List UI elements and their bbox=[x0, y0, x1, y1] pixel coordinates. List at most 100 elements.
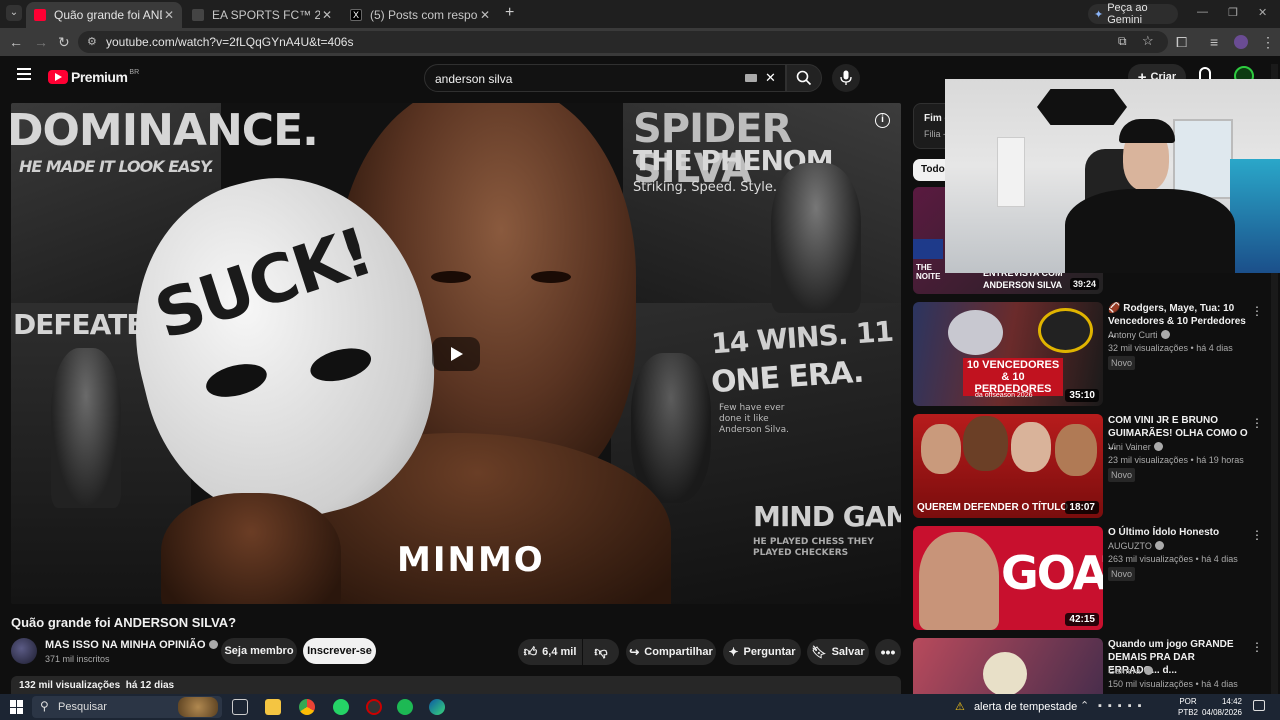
rec-views: 23 mil visualizações bbox=[1108, 455, 1189, 465]
close-window-icon[interactable]: ✕ bbox=[1258, 6, 1267, 19]
install-app-icon[interactable]: ⧉ bbox=[1118, 34, 1127, 49]
clock-time: 14:42 bbox=[1221, 697, 1242, 706]
windows-start-icon[interactable] bbox=[10, 700, 24, 714]
tab-list-chevron-icon[interactable]: ⌄ bbox=[6, 5, 22, 21]
windows-taskbar: ⚲ Pesquisar ⚠ alerta de tempestade ⌃ ▪▪▪… bbox=[0, 694, 1280, 720]
search-input[interactable]: anderson silva ✕ bbox=[424, 64, 786, 92]
rec-title[interactable]: O Último Ídolo Honesto bbox=[1108, 526, 1248, 539]
profile-avatar[interactable] bbox=[1234, 35, 1248, 49]
player-face-figure bbox=[919, 532, 999, 630]
rec-thumbnail[interactable] bbox=[913, 638, 1103, 694]
chevron-up-icon[interactable]: ⌃ bbox=[1080, 699, 1089, 712]
channel-avatar[interactable] bbox=[11, 638, 37, 664]
tab-youtube[interactable]: Quão grande foi ANDERSON SILVA? ✕ bbox=[26, 2, 182, 28]
gemini-button[interactable]: ✦ Peça ao Gemini bbox=[1088, 2, 1178, 26]
more-vertical-icon[interactable]: ⋮ bbox=[1251, 528, 1263, 542]
play-button[interactable] bbox=[432, 337, 480, 371]
rec-views: 150 mil visualizações bbox=[1108, 679, 1194, 689]
task-view-icon[interactable] bbox=[232, 699, 248, 715]
file-explorer-icon[interactable] bbox=[265, 699, 281, 715]
subscribe-button[interactable]: Inscrever-se bbox=[303, 638, 376, 664]
whatsapp-icon[interactable] bbox=[333, 699, 349, 715]
save-button[interactable]: 🔖︎ Salvar bbox=[807, 639, 869, 665]
tab-ea-sports[interactable]: EA SPORTS FC™ 27 | Análise De... ✕ bbox=[184, 2, 340, 28]
close-tab-icon[interactable]: ✕ bbox=[164, 8, 174, 22]
rec-meta: 263 mil visualizações • há 4 dias bbox=[1108, 554, 1238, 564]
extensions-icon[interactable]: ⧠ bbox=[1176, 34, 1187, 51]
clock-date: 04/08/2026 bbox=[1201, 708, 1242, 717]
join-button[interactable]: Seja membro bbox=[221, 638, 297, 664]
rec-channel[interactable]: Vini Vainer bbox=[1108, 442, 1163, 452]
weather-widget[interactable]: ⚠ alerta de tempestade bbox=[955, 700, 1077, 713]
close-tab-icon[interactable]: ✕ bbox=[480, 8, 490, 22]
video-player[interactable]: DOMINANCE. HE MADE IT LOOK EASY. SPIDER … bbox=[11, 103, 901, 604]
thumb-striking: Striking. Speed. Style. bbox=[633, 180, 778, 195]
more-actions-button[interactable]: ••• bbox=[875, 639, 901, 665]
youtube-logo[interactable]: Premium BR bbox=[48, 69, 139, 85]
browser-menu-icon[interactable]: ⋮ bbox=[1261, 34, 1275, 51]
rec-channel[interactable]: Gamera bbox=[1108, 666, 1153, 676]
list-item[interactable]: QUEREM DEFENDER O TÍTULO 18:07 COM VINI … bbox=[913, 414, 1273, 518]
chrome-icon[interactable] bbox=[299, 699, 315, 715]
search-icon: ⚲ bbox=[40, 699, 49, 713]
bookmark-star-icon[interactable]: ☆ bbox=[1142, 33, 1154, 49]
mask-eye-right bbox=[307, 342, 375, 387]
person-body-figure bbox=[1065, 189, 1235, 273]
taskbar-search[interactable]: ⚲ Pesquisar bbox=[32, 696, 222, 718]
edge-icon[interactable] bbox=[429, 699, 445, 715]
address-bar[interactable]: ⚙ youtube.com/watch?v=2fLQqGYnA4U&t=406s… bbox=[78, 31, 1168, 53]
rec-thumbnail[interactable]: 10 VENCEDORES & 10 PERDEDORES da offseas… bbox=[913, 302, 1103, 406]
spotify-icon[interactable] bbox=[397, 699, 413, 715]
language-indicator[interactable]: POR PTB2 bbox=[1178, 696, 1198, 718]
rec-channel[interactable]: AUGUZTO bbox=[1108, 541, 1164, 551]
thumb-few-have: Few have ever done it like Anderson Silv… bbox=[719, 403, 789, 435]
rec-meta: 32 mil visualizações • há 4 dias bbox=[1108, 343, 1233, 353]
share-button[interactable]: ↪ Compartilhar bbox=[626, 639, 716, 665]
rec-meta: 150 mil visualizações • há 4 dias bbox=[1108, 679, 1238, 689]
rec-channel[interactable]: Antony Curti bbox=[1108, 330, 1170, 340]
app-icon[interactable] bbox=[366, 699, 382, 715]
restore-window-icon[interactable]: ❐ bbox=[1228, 6, 1238, 19]
rec-thumbnail[interactable]: QUEREM DEFENDER O TÍTULO 18:07 bbox=[913, 414, 1103, 518]
tray-icons[interactable]: ▪▪▪▪▪ bbox=[1098, 700, 1148, 712]
hamburger-menu-icon[interactable] bbox=[17, 68, 31, 80]
ask-button[interactable]: ✦ Perguntar bbox=[723, 639, 801, 665]
reading-list-icon[interactable]: ≡ bbox=[1210, 34, 1218, 50]
keyboard-icon[interactable] bbox=[745, 74, 757, 82]
like-button[interactable]: 👍︎ 6,4 mil bbox=[518, 639, 582, 665]
new-tab-button[interactable]: + bbox=[505, 4, 514, 22]
info-icon[interactable]: i bbox=[875, 113, 890, 128]
channel-name[interactable]: MAS ISSO NA MINHA OPINIÃO bbox=[45, 639, 218, 651]
tab-title: (5) Posts com respostas de Mik... bbox=[370, 8, 478, 22]
notification-center-icon[interactable] bbox=[1253, 700, 1265, 711]
site-info-icon[interactable]: ⚙ bbox=[87, 35, 97, 48]
description-box[interactable]: 132 mil visualizações há 12 dias bbox=[11, 676, 901, 694]
thumbs-up-icon: 👍︎ bbox=[523, 644, 538, 659]
back-arrow-icon[interactable]: ← bbox=[9, 34, 23, 50]
taskbar-search-text: Pesquisar bbox=[58, 701, 107, 713]
more-vertical-icon[interactable]: ⋮ bbox=[1251, 304, 1263, 318]
list-item[interactable]: GOAT 42:15 O Último Ídolo Honesto AUGUZT… bbox=[913, 526, 1273, 630]
clear-search-icon[interactable]: ✕ bbox=[765, 70, 776, 86]
more-vertical-icon[interactable]: ⋮ bbox=[1251, 416, 1263, 430]
rec-thumbnail[interactable]: GOAT 42:15 bbox=[913, 526, 1103, 630]
led-strip-figure bbox=[1230, 159, 1280, 273]
list-item[interactable]: 10 VENCEDORES & 10 PERDEDORES da offseas… bbox=[913, 302, 1273, 406]
thumb-subline: HE MADE IT LOOK EASY. bbox=[19, 157, 214, 176]
subscriber-count: 371 mil inscritos bbox=[45, 654, 110, 664]
rec-thumb-sub: da offseason 2026 bbox=[975, 392, 1033, 399]
close-tab-icon[interactable]: ✕ bbox=[322, 8, 332, 22]
lang-secondary: PTB2 bbox=[1178, 708, 1199, 717]
tab-x-posts[interactable]: X (5) Posts com respostas de Mik... ✕ bbox=[342, 2, 498, 28]
forward-arrow-icon[interactable]: → bbox=[34, 34, 48, 50]
more-vertical-icon[interactable]: ⋮ bbox=[1251, 640, 1263, 654]
reload-icon[interactable]: ↻ bbox=[58, 34, 70, 51]
cap-figure bbox=[1119, 119, 1175, 143]
dislike-button[interactable]: 👎︎ bbox=[583, 639, 619, 665]
thumb-headline-dominance: DOMINANCE. bbox=[11, 105, 319, 156]
minimize-window-icon[interactable]: — bbox=[1197, 6, 1208, 18]
list-item[interactable]: Quando um jogo GRANDE DEMAIS PRA DAR ERR… bbox=[913, 638, 1273, 694]
clock[interactable]: 14:42 04/08/2026 bbox=[1200, 696, 1242, 718]
search-button[interactable] bbox=[786, 64, 822, 92]
voice-search-button[interactable] bbox=[832, 64, 860, 92]
